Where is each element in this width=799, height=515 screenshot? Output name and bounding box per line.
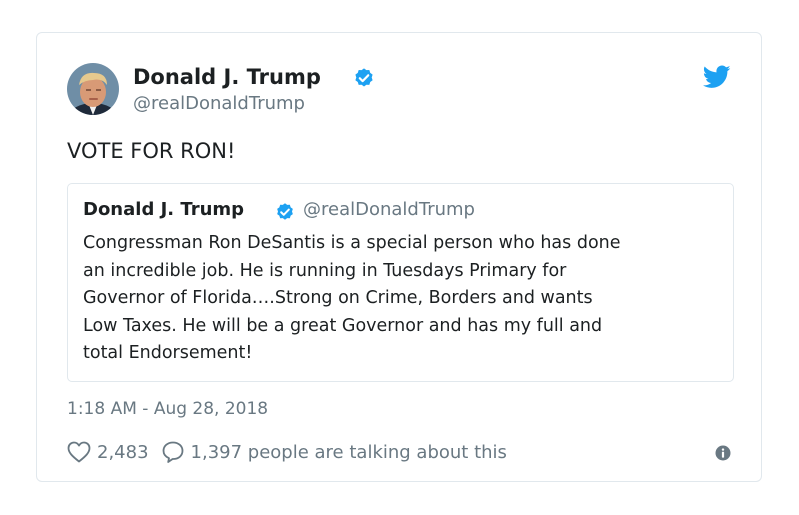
quoted-text-line: Low Taxes. He will be a great Governor a… <box>83 315 603 336</box>
quoted-text-line: Governor of Florida….Strong on Crime, Bo… <box>83 288 593 308</box>
quoted-tweet-text: Congressman Ron DeSantis is a special pe… <box>83 230 723 368</box>
tweet-timestamp[interactable]: 1:18 AM - Aug 28, 2018 <box>67 399 268 419</box>
quoted-author-name[interactable]: Donald J. Trump <box>83 199 244 220</box>
verified-badge-icon <box>277 203 293 220</box>
heart-icon <box>67 441 91 463</box>
info-icon[interactable] <box>715 445 731 461</box>
quoted-text-line: total Endorsement! <box>83 343 253 363</box>
embedded-tweet-card: Donald J. Trump @realDonaldTrump VOTE FO… <box>36 32 762 482</box>
talking-count: 1,397 people are talking about this <box>190 441 507 463</box>
quoted-tweet[interactable]: Donald J. Trump @realDonaldTrump Congres… <box>67 183 734 382</box>
reply-button[interactable]: 1,397 people are talking about this <box>161 440 507 464</box>
tweet-text: VOTE FOR RON! <box>67 139 236 163</box>
quoted-text-line: an incredible job. He is running in Tues… <box>83 260 567 281</box>
author-name[interactable]: Donald J. Trump <box>133 65 321 89</box>
like-count: 2,483 <box>97 441 149 463</box>
verified-badge-icon <box>355 68 373 87</box>
avatar-image <box>67 63 119 115</box>
twitter-bird-icon[interactable] <box>703 65 731 89</box>
author-avatar[interactable] <box>67 63 119 115</box>
author-handle[interactable]: @realDonaldTrump <box>133 93 305 114</box>
like-button[interactable]: 2,483 <box>67 441 149 463</box>
tweet-actions: 2,483 1,397 people are talking about thi… <box>67 439 507 465</box>
quoted-author-handle[interactable]: @realDonaldTrump <box>303 199 475 220</box>
speech-bubble-icon <box>162 441 183 463</box>
quoted-text-line: Congressman Ron DeSantis is a special pe… <box>83 233 621 253</box>
